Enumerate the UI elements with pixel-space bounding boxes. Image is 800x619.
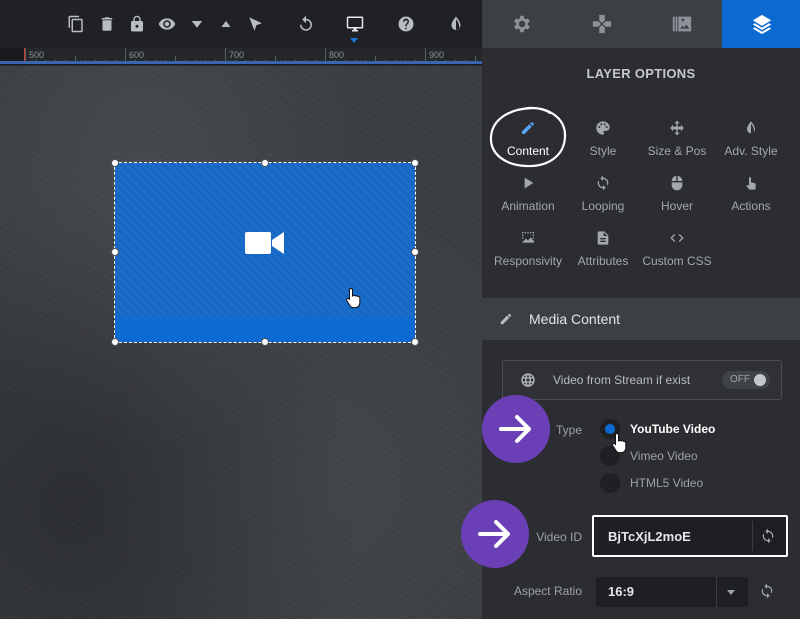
option-adv-style[interactable]: Adv. Style — [711, 120, 791, 168]
monitor-icon[interactable] — [344, 13, 366, 35]
select-separator — [716, 577, 717, 607]
stream-toggle[interactable]: OFF — [722, 371, 770, 389]
option-label: Animation — [501, 199, 555, 213]
media-content-title: Media Content — [529, 311, 621, 327]
ruler-label: 600 — [129, 50, 145, 60]
arrow-right-icon — [499, 415, 531, 443]
aspect-ratio-value: 16:9 — [608, 584, 635, 599]
aspect-ratio-select[interactable]: 16:9 — [596, 577, 748, 607]
radio-html5[interactable] — [600, 473, 620, 493]
radio-label-html5: HTML5 Video — [630, 476, 704, 490]
layers-icon[interactable] — [722, 0, 800, 48]
ruler-label: 700 — [229, 50, 245, 60]
device-marker — [350, 38, 358, 43]
pointer-icon[interactable] — [245, 13, 267, 35]
undo-icon[interactable] — [295, 13, 317, 35]
highlight-circle — [489, 106, 567, 168]
field-separator — [752, 521, 753, 551]
video-camera-icon — [245, 232, 284, 254]
loop-icon — [597, 175, 609, 191]
toggle-knob — [754, 374, 766, 386]
option-label: Attributes — [577, 254, 629, 268]
code-icon — [670, 234, 684, 242]
toggle-state: OFF — [730, 374, 750, 385]
media-library-icon[interactable] — [642, 0, 722, 48]
help-icon[interactable] — [395, 13, 417, 35]
stream-option-row: Video from Stream if exist OFF — [502, 360, 782, 400]
caret-down-icon[interactable] — [186, 13, 208, 35]
mouse-icon — [671, 175, 683, 191]
resize-handle-bottom[interactable] — [261, 338, 269, 346]
move-arrows-icon — [670, 120, 684, 136]
ruler-label: 500 — [29, 50, 45, 60]
eye-icon[interactable] — [156, 13, 178, 35]
lock-icon[interactable] — [126, 13, 148, 35]
horizontal-ruler: 500 600 700 800 900 — [0, 48, 482, 65]
layer-options-title: LAYER OPTIONS — [586, 66, 696, 81]
video-id-field — [592, 515, 788, 557]
media-content-header[interactable]: Media Content — [482, 298, 800, 340]
option-label: Actions — [731, 199, 771, 213]
document-icon — [597, 231, 609, 245]
option-label: Custom CSS — [642, 254, 712, 268]
option-label: Looping — [581, 199, 625, 213]
video-id-label: Video ID — [536, 530, 582, 544]
option-label: Adv. Style — [724, 144, 778, 158]
arrow-right-badge — [461, 500, 529, 568]
sidebar-tabs — [482, 0, 800, 48]
option-responsivity[interactable]: Responsivity — [488, 230, 568, 278]
refresh-icon[interactable] — [760, 528, 776, 544]
ruler-label: 800 — [329, 50, 345, 60]
pencil-icon — [499, 312, 513, 326]
trash-icon[interactable] — [96, 13, 118, 35]
caret-up-icon[interactable] — [215, 13, 237, 35]
video-layer[interactable] — [111, 159, 419, 346]
option-label: Hover — [660, 199, 693, 213]
option-style[interactable]: Style — [563, 120, 643, 168]
resize-handle-tl[interactable] — [111, 159, 119, 167]
slide-canvas[interactable] — [0, 66, 482, 619]
refresh-icon[interactable] — [759, 583, 775, 599]
ruler-label: 900 — [429, 50, 445, 60]
top-toolbar — [0, 0, 482, 48]
responsive-image-icon — [522, 232, 534, 243]
stream-label: Video from Stream if exist — [553, 373, 691, 387]
hand-cursor-icon — [346, 287, 361, 309]
play-icon — [524, 177, 534, 189]
aspect-ratio-label: Aspect Ratio — [513, 584, 582, 598]
option-label: Size & Pos — [647, 144, 707, 158]
hand-cursor-icon — [612, 432, 627, 454]
option-actions[interactable]: Actions — [711, 175, 791, 223]
palette-icon — [596, 121, 610, 135]
copy-icon[interactable] — [65, 13, 87, 35]
arrow-right-icon — [478, 520, 510, 548]
option-custom-css[interactable]: Custom CSS — [637, 230, 717, 278]
option-attributes[interactable]: Attributes — [563, 230, 643, 278]
contrast-icon — [747, 121, 755, 134]
gamepad-icon[interactable] — [562, 0, 642, 48]
video-id-input[interactable] — [600, 521, 750, 551]
hand-pointer-icon — [746, 177, 756, 190]
globe-icon — [520, 372, 536, 388]
ruler-highlight — [0, 61, 482, 64]
contrast-icon[interactable] — [445, 13, 467, 35]
gear-icon[interactable] — [482, 0, 562, 48]
chevron-down-icon — [727, 590, 735, 595]
option-hover[interactable]: Hover — [637, 175, 717, 223]
type-label: Type — [555, 423, 582, 437]
option-animation[interactable]: Animation — [488, 175, 568, 223]
resize-handle-tr[interactable] — [411, 159, 419, 167]
radio-label-youtube: YouTube Video — [630, 422, 716, 436]
resize-handle-left[interactable] — [111, 248, 119, 256]
resize-handle-top[interactable] — [261, 159, 269, 167]
option-looping[interactable]: Looping — [563, 175, 643, 223]
resize-handle-br[interactable] — [411, 338, 419, 346]
app-window: 500 600 700 800 900 LAYER OPTIONS Conten… — [0, 0, 800, 619]
radio-label-vimeo: Vimeo Video — [630, 449, 698, 463]
option-label: Style — [589, 144, 617, 158]
option-label: Responsivity — [493, 254, 563, 268]
resize-handle-right[interactable] — [411, 248, 419, 256]
resize-handle-bl[interactable] — [111, 338, 119, 346]
option-size-pos[interactable]: Size & Pos — [637, 120, 717, 168]
